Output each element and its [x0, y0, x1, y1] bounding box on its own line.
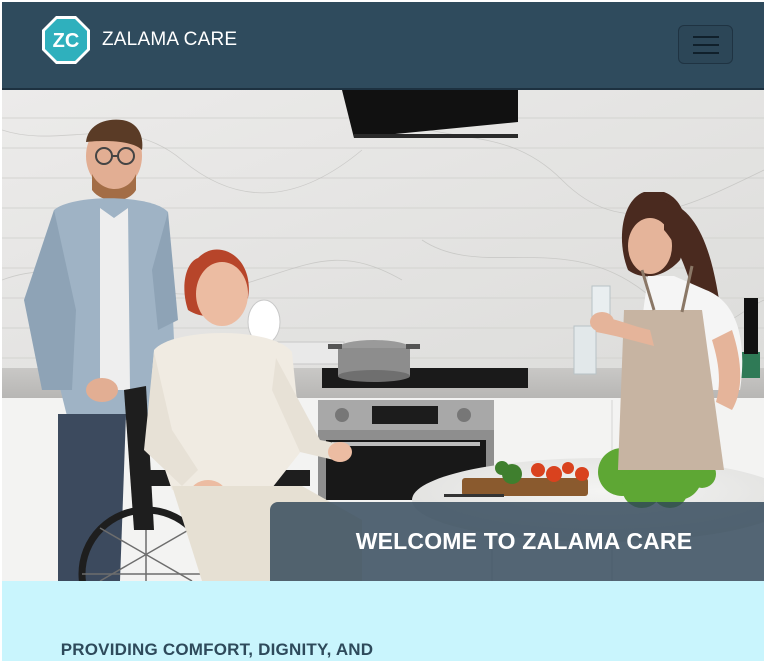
navbar: ZC ZALAMA CARE — [2, 2, 764, 90]
logo-initials: ZC — [53, 30, 80, 52]
about-heading: PROVIDING COMFORT, DIGNITY, AND INDEPEND… — [60, 640, 374, 660]
menu-toggle-button[interactable] — [678, 25, 733, 64]
brand-link[interactable]: ZC ZALAMA CARE — [40, 14, 237, 66]
brand-name: ZALAMA CARE — [102, 29, 238, 50]
welcome-panel: WELCOME TO ZALAMA CARE — [270, 502, 764, 581]
hero-section: WELCOME TO ZALAMA CARE — [2, 90, 764, 581]
page: ZC ZALAMA CARE WELCOME TO ZALAMA CARE PR… — [2, 2, 764, 661]
hamburger-icon — [692, 35, 719, 54]
about-section: PROVIDING COMFORT, DIGNITY, AND INDEPEND… — [2, 581, 764, 661]
logo-icon: ZC — [42, 16, 90, 64]
welcome-heading: WELCOME TO ZALAMA CARE — [355, 528, 693, 554]
